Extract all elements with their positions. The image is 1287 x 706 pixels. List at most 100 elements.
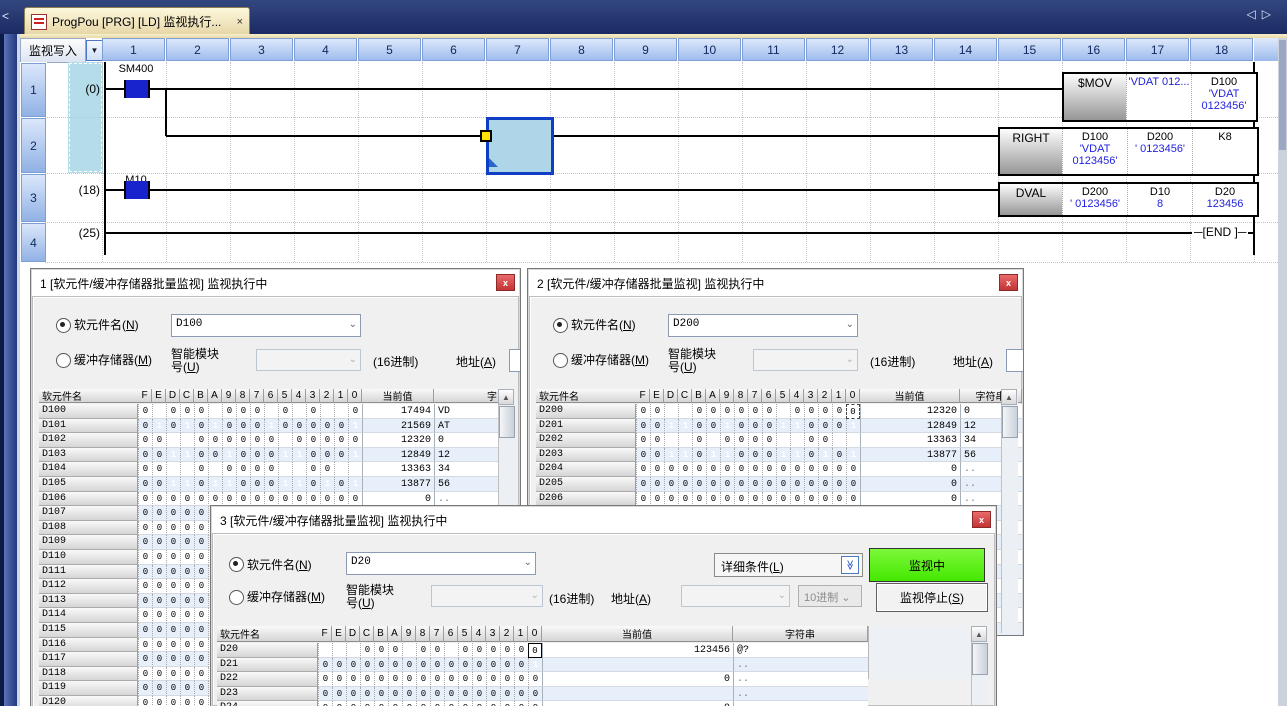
bit-cell[interactable]: 0 (180, 696, 194, 706)
bit-cell[interactable]: 1 (166, 477, 180, 492)
bit-cell[interactable]: 0 (138, 506, 152, 521)
bit-cell[interactable]: 1 (292, 404, 306, 419)
bit-cell[interactable]: 0 (194, 462, 208, 477)
device-row-name[interactable]: D21 (217, 658, 318, 673)
device-row-name[interactable]: D118 (39, 667, 138, 682)
bit-cell[interactable]: 0 (762, 448, 776, 463)
bit-cell[interactable]: 0 (334, 419, 348, 434)
end-instruction[interactable]: ─[END ]─ (1192, 225, 1248, 239)
bit-cell[interactable]: 1 (664, 433, 678, 448)
current-value-cell[interactable]: 17494 (362, 404, 434, 419)
device-row-name[interactable]: D103 (39, 448, 138, 463)
bit-cell[interactable]: 1 (292, 448, 306, 463)
window-title-bar[interactable]: 2 [软元件/缓冲存储器批量监视] 监视执行中 (529, 270, 1022, 297)
bit-cell[interactable]: 0 (138, 492, 152, 507)
bit-cell[interactable]: 0 (832, 419, 846, 434)
bit-cell[interactable]: 0 (374, 643, 388, 658)
bit-cell[interactable]: 0 (748, 404, 762, 419)
bit-cell[interactable]: 0 (514, 643, 528, 658)
instruction-right[interactable]: RIGHTD100'VDAT0123456'D200' 0123456'K8 (998, 127, 1259, 176)
bit-cell[interactable]: 1 (278, 448, 292, 463)
bit-cell[interactable]: 1 (332, 643, 346, 658)
bit-cell[interactable]: 0 (486, 687, 500, 702)
bit-cell[interactable]: 0 (472, 672, 486, 687)
bit-cell[interactable]: 0 (264, 477, 278, 492)
bit-cell[interactable]: 0 (306, 477, 320, 492)
bit-cell[interactable]: 0 (194, 652, 208, 667)
bit-cell[interactable]: 0 (152, 492, 166, 507)
bit-cell[interactable]: 0 (222, 433, 236, 448)
bit-cell[interactable]: 1 (444, 643, 458, 658)
bit-cell[interactable]: 0 (636, 462, 650, 477)
bit-cell[interactable]: 0 (678, 492, 692, 507)
bit-cell[interactable]: 0 (430, 701, 444, 706)
window-title-bar[interactable]: 1 [软元件/缓冲存储器批量监视] 监视执行中 (32, 270, 519, 297)
bit-cell[interactable]: 0 (762, 433, 776, 448)
buffer-memory-radio[interactable] (553, 353, 568, 368)
bit-cell[interactable]: 1 (846, 419, 860, 434)
bit-cell[interactable]: 0 (486, 658, 500, 673)
bit-cell[interactable]: 0 (692, 419, 706, 434)
bit-cell[interactable]: 0 (804, 492, 818, 507)
instruction-operand[interactable]: D200' 0123456' (1062, 184, 1127, 215)
bit-cell[interactable]: 1 (334, 404, 348, 419)
bit-cell[interactable]: 0 (416, 672, 430, 687)
bit-cell[interactable]: 0 (152, 477, 166, 492)
bit-cell[interactable]: 0 (804, 404, 818, 419)
bit-cell[interactable]: 0 (748, 492, 762, 507)
instruction-operand[interactable]: D100'VDAT0123456' (1191, 74, 1256, 120)
bit-cell[interactable]: 0 (762, 419, 776, 434)
bit-cell[interactable]: 0 (180, 681, 194, 696)
bit-cell[interactable]: 0 (166, 579, 180, 594)
bit-cell[interactable]: 0 (332, 658, 346, 673)
bit-cell[interactable]: 1 (208, 404, 222, 419)
current-value-cell[interactable]: 21569 (362, 419, 434, 434)
bit-cell[interactable]: 0 (528, 672, 542, 687)
string-cell[interactable]: VD (434, 404, 498, 419)
bit-cell[interactable]: 1 (346, 643, 360, 658)
bit-cell[interactable]: 0 (194, 667, 208, 682)
bit-cell[interactable]: 0 (636, 419, 650, 434)
bit-cell[interactable]: 0 (180, 550, 194, 565)
contact-sm400[interactable] (124, 80, 150, 98)
buffer-memory-radio[interactable] (56, 353, 71, 368)
bit-cell[interactable]: 0 (458, 701, 472, 706)
bit-cell[interactable]: 0 (402, 658, 416, 673)
bit-cell[interactable]: 0 (706, 462, 720, 477)
bit-cell[interactable]: 0 (334, 492, 348, 507)
device-row-name[interactable]: D110 (39, 550, 138, 565)
bit-cell[interactable]: 0 (692, 462, 706, 477)
bit-cell[interactable]: 0 (152, 638, 166, 653)
bit-cell[interactable]: 0 (180, 404, 194, 419)
bit-cell[interactable]: 1 (776, 433, 790, 448)
bit-cell[interactable]: 0 (748, 419, 762, 434)
device-name-combobox[interactable]: D20⌄ (346, 552, 536, 575)
bit-cell[interactable]: 0 (138, 462, 152, 477)
current-value-cell[interactable]: 123456 (542, 643, 733, 658)
current-value-cell[interactable] (542, 687, 733, 702)
current-value-cell[interactable]: 0 (860, 477, 960, 492)
bit-cell[interactable]: 0 (472, 643, 486, 658)
bit-cell[interactable]: 0 (138, 448, 152, 463)
bit-cell[interactable]: 1 (208, 419, 222, 434)
bit-cell[interactable]: 0 (650, 448, 664, 463)
device-row-name[interactable]: D108 (39, 521, 138, 536)
current-value-cell[interactable]: 13363 (362, 462, 434, 477)
bit-cell[interactable]: 0 (360, 687, 374, 702)
bit-cell[interactable]: 0 (236, 492, 250, 507)
bit-cell[interactable]: 0 (734, 404, 748, 419)
bit-cell[interactable]: 0 (166, 550, 180, 565)
device-row-name[interactable]: D100 (39, 404, 138, 419)
monitoring-status-button[interactable]: 监视中 (869, 548, 985, 582)
device-row-name[interactable]: D20 (217, 643, 318, 658)
bit-cell[interactable]: 0 (194, 448, 208, 463)
bit-cell[interactable]: 1 (664, 404, 678, 419)
bit-cell[interactable]: 0 (194, 594, 208, 609)
bit-cell[interactable]: 0 (166, 535, 180, 550)
device-row-name[interactable]: D106 (39, 492, 138, 507)
bit-cell[interactable]: 0 (360, 658, 374, 673)
bit-cell[interactable]: 1 (180, 477, 194, 492)
bit-cell[interactable]: 0 (332, 687, 346, 702)
bit-cell[interactable]: 0 (236, 419, 250, 434)
bit-cell[interactable]: 0 (776, 477, 790, 492)
